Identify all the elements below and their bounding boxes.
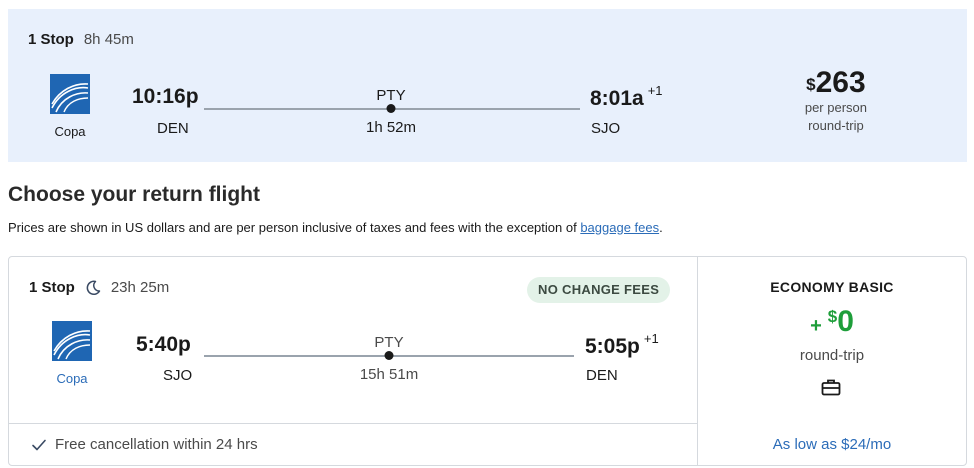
layover-dot (386, 104, 396, 113)
moon-icon (86, 280, 101, 295)
return-airline: Copa (42, 321, 102, 386)
outbound-price-per: per person (804, 100, 867, 115)
check-icon (32, 439, 46, 450)
outbound-price: $263 per person round-trip (805, 67, 867, 135)
return-depart-time: 5:40p (136, 333, 191, 356)
return-duration: 23h 25m (110, 279, 170, 296)
outbound-depart-time: 10:16p (132, 85, 199, 108)
outbound-route: PTY 1h 52m (204, 87, 580, 136)
outbound-airline: Copa (40, 74, 100, 139)
financing-link[interactable]: As low as $24/mo (698, 436, 966, 453)
no-change-fees-badge: NO CHANGE FEES (527, 277, 671, 303)
return-arrive-offset: +1 (643, 331, 659, 346)
price-disclaimer: Prices are shown in US dollars and are p… (8, 220, 663, 235)
return-flight-card[interactable]: 1 Stop 23h 25m NO CHANGE FEES Copa 5:40p… (8, 256, 967, 466)
layover-dot (384, 351, 394, 360)
fare-trip-type: round-trip (799, 347, 865, 364)
fare-price: + $0 (810, 305, 854, 338)
return-arrive-time: 5:05p +1 (585, 331, 659, 358)
outbound-arrive-code: SJO (591, 120, 621, 137)
return-depart-code: SJO (163, 367, 193, 384)
outbound-price-trip: round-trip (808, 118, 864, 133)
page-title: Choose your return flight (8, 183, 260, 206)
baggage-fees-link[interactable]: baggage fees (580, 220, 659, 235)
return-stops-row: 1 Stop 23h 25m (29, 279, 169, 296)
outbound-arrive-offset: +1 (647, 83, 663, 98)
return-stops: 1 Stop (29, 279, 75, 296)
return-arrive-code: DEN (586, 367, 618, 384)
outbound-arrive-time: 8:01a +1 (590, 83, 663, 110)
fare-option-economy-basic[interactable]: ECONOMY BASIC + $0 round-trip As low as $… (698, 257, 966, 465)
outbound-layover: 1h 52m (365, 119, 417, 136)
outbound-stops: 1 Stop (28, 31, 74, 48)
outbound-airline-name: Copa (54, 124, 86, 139)
outbound-depart-code: DEN (157, 120, 189, 137)
outbound-via: PTY (376, 87, 406, 104)
return-flight-details[interactable]: 1 Stop 23h 25m NO CHANGE FEES Copa 5:40p… (9, 257, 698, 465)
free-cancellation-row: Free cancellation within 24 hrs (9, 423, 697, 465)
return-via: PTY (374, 334, 404, 351)
return-airline-name: Copa (56, 371, 88, 386)
copa-logo-icon (50, 74, 90, 114)
fare-name: ECONOMY BASIC (770, 279, 894, 295)
outbound-stops-row: 1 Stop 8h 45m (28, 31, 134, 48)
free-cancellation-text: Free cancellation within 24 hrs (55, 436, 258, 453)
briefcase-icon (821, 379, 841, 396)
outbound-duration: 8h 45m (83, 31, 134, 48)
copa-logo-icon (52, 321, 92, 361)
return-layover: 15h 51m (359, 366, 419, 383)
outbound-price-amount: $263 (806, 66, 866, 99)
selected-outbound-flight[interactable]: 1 Stop 8h 45m Copa 10:16p DEN PTY 1h 52m… (8, 9, 967, 162)
return-route: PTY 15h 51m (204, 334, 574, 383)
